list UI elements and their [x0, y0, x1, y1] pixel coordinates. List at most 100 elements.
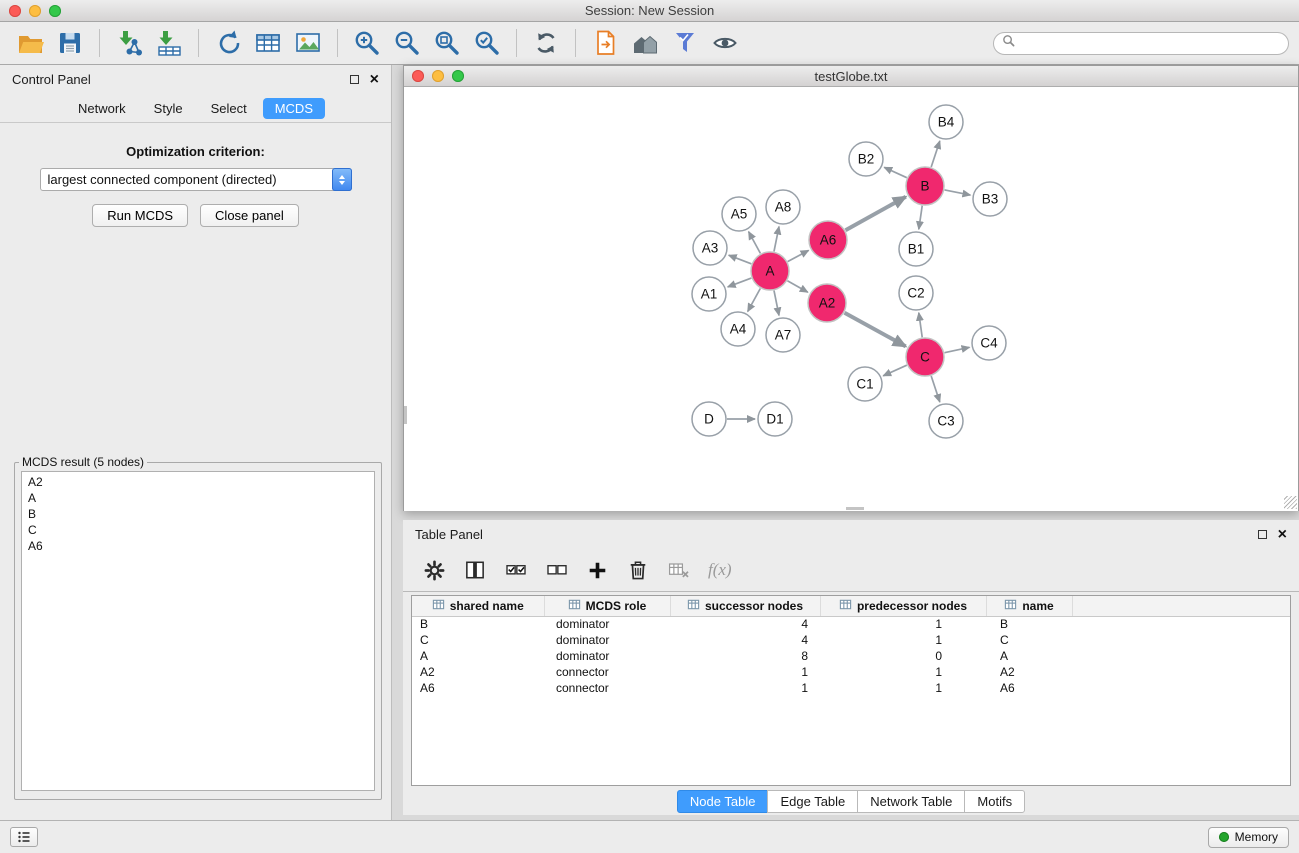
run-mcds-button[interactable]: Run MCDS: [92, 204, 188, 227]
tab-node-table[interactable]: Node Table: [677, 790, 769, 813]
graph-edge[interactable]: [931, 376, 940, 402]
clone-network-icon[interactable]: [210, 25, 246, 61]
mcds-result-list[interactable]: A2ABCA6: [21, 471, 375, 791]
graph-node-B2[interactable]: B2: [849, 142, 883, 176]
column-header-shared-name[interactable]: shared name: [412, 596, 544, 616]
network-window-titlebar[interactable]: testGlobe.txt: [404, 66, 1298, 87]
graph-node-D1[interactable]: D1: [758, 402, 792, 436]
export-image-icon[interactable]: [290, 25, 326, 61]
graph-node-B3[interactable]: B3: [973, 182, 1007, 216]
graph-node-C[interactable]: C: [906, 338, 944, 376]
list-item[interactable]: A2: [22, 474, 374, 490]
table-delete-icon[interactable]: [667, 558, 691, 582]
trash-icon[interactable]: [626, 558, 650, 582]
tab-network-table[interactable]: Network Table: [857, 790, 965, 813]
horizontal-scrollbar[interactable]: [846, 507, 864, 510]
network-table-icon[interactable]: [250, 25, 286, 61]
graph-edge[interactable]: [931, 141, 940, 167]
search-input[interactable]: [1020, 34, 1288, 53]
table-row[interactable]: Bdominator41B: [412, 616, 1290, 632]
vertical-scrollbar[interactable]: [404, 406, 407, 424]
column-header-MCDS-role[interactable]: MCDS role: [544, 596, 670, 616]
graph-node-A1[interactable]: A1: [692, 277, 726, 311]
function-builder-icon[interactable]: f(x): [708, 560, 732, 580]
table-row[interactable]: A6connector11A6: [412, 680, 1290, 696]
graph-node-C3[interactable]: C3: [929, 404, 963, 438]
close-panel-button[interactable]: Close panel: [200, 204, 299, 227]
graph-node-A7[interactable]: A7: [766, 318, 800, 352]
import-table-icon[interactable]: [151, 25, 187, 61]
graph-node-B4[interactable]: B4: [929, 105, 963, 139]
graph-node-A5[interactable]: A5: [722, 197, 756, 231]
close-window-button[interactable]: [9, 5, 21, 17]
page-icon[interactable]: [587, 25, 623, 61]
eye-icon[interactable]: [707, 25, 743, 61]
network-close-button[interactable]: [412, 70, 424, 82]
graph-node-A3[interactable]: A3: [693, 231, 727, 265]
graph-node-C1[interactable]: C1: [848, 367, 882, 401]
graph-node-A6[interactable]: A6: [809, 221, 847, 259]
graph-node-A4[interactable]: A4: [721, 312, 755, 346]
network-minimize-button[interactable]: [432, 70, 444, 82]
graph-node-B1[interactable]: B1: [899, 232, 933, 266]
network-zoom-button[interactable]: [452, 70, 464, 82]
table-row[interactable]: Cdominator41C: [412, 632, 1290, 648]
graph-edge[interactable]: [945, 347, 970, 352]
home-icon[interactable]: [627, 25, 663, 61]
zoom-fit-icon[interactable]: [429, 25, 465, 61]
zoom-in-icon[interactable]: [349, 25, 385, 61]
graph-edge[interactable]: [728, 278, 752, 287]
save-icon[interactable]: [52, 25, 88, 61]
close-table-panel-icon[interactable]: ×: [1278, 529, 1287, 541]
network-canvas[interactable]: B4B2BB3A5A8A6B1A3AC2A1A2A4A7C4CC1C3DD1: [404, 88, 1298, 511]
tab-select[interactable]: Select: [199, 98, 259, 119]
graph-edge[interactable]: [919, 206, 922, 229]
zoom-window-button[interactable]: [49, 5, 61, 17]
search-box[interactable]: [993, 32, 1289, 55]
panel-toggle-button[interactable]: [10, 827, 38, 847]
import-network-icon[interactable]: [111, 25, 147, 61]
deselect-icon[interactable]: [545, 558, 569, 582]
graph-node-D[interactable]: D: [692, 402, 726, 436]
dropdown-stepper-icon[interactable]: [332, 168, 352, 191]
column-header-name[interactable]: name: [986, 596, 1072, 616]
tab-network[interactable]: Network: [66, 98, 138, 119]
graph-node-A[interactable]: A: [751, 252, 789, 290]
graph-edge[interactable]: [729, 255, 752, 264]
graph-edge[interactable]: [846, 197, 906, 231]
gear-icon[interactable]: [423, 559, 446, 582]
memory-button[interactable]: Memory: [1208, 827, 1289, 848]
tab-style[interactable]: Style: [142, 98, 195, 119]
graph-edge[interactable]: [787, 281, 807, 292]
list-item[interactable]: C: [22, 522, 374, 538]
table-row[interactable]: Adominator80A: [412, 648, 1290, 664]
open-icon[interactable]: [12, 25, 48, 61]
graph-node-C2[interactable]: C2: [899, 276, 933, 310]
resize-handle[interactable]: [1284, 496, 1297, 509]
column-header-predecessor-nodes[interactable]: predecessor nodes: [820, 596, 986, 616]
column-icon[interactable]: [463, 558, 487, 582]
column-header-successor-nodes[interactable]: successor nodes: [670, 596, 820, 616]
criterion-dropdown[interactable]: largest connected component (directed): [40, 168, 352, 191]
graph-edge[interactable]: [883, 365, 907, 376]
refresh-icon[interactable]: [528, 25, 564, 61]
graph-edge[interactable]: [788, 250, 809, 261]
graph-node-C4[interactable]: C4: [972, 326, 1006, 360]
tab-mcds[interactable]: MCDS: [263, 98, 325, 119]
float-table-panel-icon[interactable]: [1258, 530, 1267, 539]
zoom-out-icon[interactable]: [389, 25, 425, 61]
zoom-selected-icon[interactable]: [469, 25, 505, 61]
graph-edge[interactable]: [919, 313, 922, 337]
graph-edge[interactable]: [945, 190, 971, 195]
plus-icon[interactable]: [586, 559, 609, 582]
graph-edge[interactable]: [748, 289, 761, 312]
graph-edge[interactable]: [845, 313, 906, 347]
table-row[interactable]: A2connector11A2: [412, 664, 1290, 680]
float-panel-icon[interactable]: [350, 75, 359, 84]
graph-node-B[interactable]: B: [906, 167, 944, 205]
list-item[interactable]: B: [22, 506, 374, 522]
graph-node-A2[interactable]: A2: [808, 284, 846, 322]
list-item[interactable]: A: [22, 490, 374, 506]
close-panel-icon[interactable]: ×: [370, 74, 379, 86]
tab-edge-table[interactable]: Edge Table: [767, 790, 858, 813]
